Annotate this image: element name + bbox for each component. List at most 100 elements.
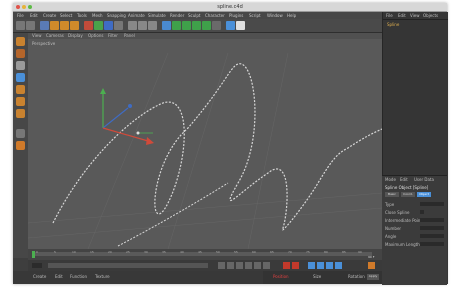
menu-sculpt[interactable]: Sculpt: [188, 13, 201, 18]
array-icon[interactable]: [192, 21, 201, 30]
play-forward-icon[interactable]: [245, 262, 252, 269]
timeline-ruler[interactable]: 0 5 10 15 20 25 30 35 40 45 50 55 60 65 …: [28, 249, 382, 260]
menu-window[interactable]: Window: [267, 13, 283, 18]
tick-70: 70: [288, 250, 292, 254]
make-editable-icon[interactable]: [16, 37, 25, 46]
move-icon[interactable]: [50, 21, 59, 30]
key-scale-icon[interactable]: [317, 262, 324, 269]
tick-80: 80: [324, 250, 328, 254]
polygons-mode-icon[interactable]: [16, 109, 25, 118]
axis-mode-icon[interactable]: [16, 141, 25, 150]
spline-pen-icon[interactable]: [172, 21, 181, 30]
attr-menu-edit[interactable]: Edit: [400, 177, 408, 182]
objects-menu-view[interactable]: View: [410, 13, 420, 18]
timeline-playhead[interactable]: [32, 251, 35, 258]
x-axis-icon[interactable]: [84, 21, 93, 30]
menu-plugins[interactable]: Plugins: [229, 13, 243, 18]
go-to-start-icon[interactable]: [218, 262, 225, 269]
attr-tab-object[interactable]: Object: [417, 192, 431, 197]
menu-mesh[interactable]: Mesh: [92, 13, 103, 18]
model-mode-icon[interactable]: [16, 49, 25, 58]
material-menu-function[interactable]: Function: [70, 274, 87, 279]
nurbs-icon[interactable]: [182, 21, 191, 30]
material-menu-texture[interactable]: Texture: [95, 274, 110, 279]
key-rotation-icon[interactable]: [326, 262, 333, 269]
timeline-scheme-icon[interactable]: [368, 262, 375, 269]
spline-curve[interactable]: [52, 63, 382, 231]
viewport-canvas: [28, 52, 382, 249]
objects-menu-objects[interactable]: Objects: [423, 13, 438, 18]
cube-icon[interactable]: [162, 21, 171, 30]
menu-help[interactable]: Help: [287, 13, 296, 18]
menu-tools[interactable]: Tools: [77, 13, 87, 18]
spline-point[interactable]: [136, 131, 140, 135]
scale-icon[interactable]: [60, 21, 69, 30]
key-position-icon[interactable]: [308, 262, 315, 269]
preview-range-slider[interactable]: [48, 263, 208, 268]
menu-create[interactable]: Create: [43, 13, 56, 18]
attr-menu-user-data[interactable]: User Data: [414, 177, 434, 182]
window-title: spline.c4d: [217, 4, 243, 10]
z-axis-handle[interactable]: [102, 107, 129, 129]
render-picture-viewer-icon[interactable]: [138, 21, 147, 30]
deformer-icon[interactable]: [202, 21, 211, 30]
tick-35: 35: [162, 250, 166, 254]
key-parameter-icon[interactable]: [335, 262, 342, 269]
z-axis-icon[interactable]: [104, 21, 113, 30]
timeline-track[interactable]: [32, 252, 372, 256]
autokey-icon[interactable]: [292, 262, 299, 269]
attr-field-number[interactable]: [420, 226, 444, 230]
perspective-viewport[interactable]: View Cameras Display Options Filter Pane…: [28, 33, 382, 249]
live-select-icon[interactable]: [40, 21, 49, 30]
attr-field-type-label: Type: [385, 202, 395, 207]
go-to-end-icon[interactable]: [263, 262, 270, 269]
attr-tab-coord[interactable]: Coord.: [401, 192, 415, 197]
current-frame-field[interactable]: [32, 263, 42, 268]
y-axis-icon[interactable]: [94, 21, 103, 30]
attr-field-angle[interactable]: [420, 234, 444, 238]
camera-icon[interactable]: [226, 21, 235, 30]
undo-icon[interactable]: [16, 21, 25, 30]
material-menu-create[interactable]: Create: [33, 274, 46, 279]
points-mode-icon[interactable]: [16, 85, 25, 94]
snap-icon[interactable]: [16, 129, 25, 138]
attr-field-type[interactable]: [420, 202, 444, 206]
attr-field-intermediate[interactable]: [420, 218, 444, 222]
light-icon[interactable]: [236, 21, 245, 30]
objects-menu-edit[interactable]: Edit: [398, 13, 406, 18]
menu-snapping[interactable]: Snapping: [107, 13, 126, 18]
coordinate-system-icon[interactable]: [114, 21, 123, 30]
menu-render[interactable]: Render: [170, 13, 184, 18]
tick-40: 40: [180, 250, 184, 254]
attr-menu-mode[interactable]: Mode: [385, 177, 396, 182]
menu-animate[interactable]: Animate: [128, 13, 145, 18]
texture-mode-icon[interactable]: [16, 61, 25, 70]
menu-simulate[interactable]: Simulate: [148, 13, 166, 18]
render-view-icon[interactable]: [128, 21, 137, 30]
y-axis-arrow-icon: [100, 88, 106, 94]
attr-close-spline-checkbox[interactable]: [420, 210, 424, 214]
menu-edit[interactable]: Edit: [30, 13, 38, 18]
rotate-icon[interactable]: [70, 21, 79, 30]
next-key-icon[interactable]: [254, 262, 261, 269]
menu-select[interactable]: Select: [60, 13, 72, 18]
main-toolbar: [13, 19, 382, 33]
objects-menu-file[interactable]: File: [386, 13, 393, 18]
render-settings-icon[interactable]: [148, 21, 157, 30]
menu-character[interactable]: Character: [205, 13, 225, 18]
object-item-spline[interactable]: Spline: [387, 22, 399, 27]
workplane-mode-icon[interactable]: [16, 73, 25, 82]
scene-icon[interactable]: [212, 21, 221, 30]
previous-key-icon[interactable]: [227, 262, 234, 269]
x-axis-handle[interactable]: [102, 127, 149, 142]
edges-mode-icon[interactable]: [16, 97, 25, 106]
redo-icon[interactable]: [26, 21, 35, 30]
attr-tab-basic[interactable]: Basic: [385, 192, 399, 197]
record-keys-icon[interactable]: [283, 262, 290, 269]
attr-field-maxlength[interactable]: [420, 242, 444, 246]
play-backward-icon[interactable]: [236, 262, 243, 269]
material-menu-edit[interactable]: Edit: [55, 274, 63, 279]
menu-script[interactable]: Script: [249, 13, 261, 18]
menu-file[interactable]: File: [17, 13, 24, 18]
apply-button[interactable]: Apply: [367, 274, 379, 280]
